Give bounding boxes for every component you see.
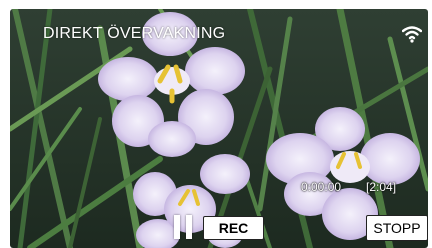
elapsed-time: 0:00:00 bbox=[301, 180, 342, 194]
remaining-time: [2:04] bbox=[366, 180, 397, 194]
title-bar: DIREKT ÖVERVAKNING bbox=[10, 21, 428, 47]
wifi-icon bbox=[402, 26, 422, 43]
page-title: DIREKT ÖVERVAKNING bbox=[43, 25, 226, 42]
live-view-screen: DIREKT ÖVERVAKNING 0:00:00 [2:04] REC ST… bbox=[10, 9, 428, 248]
rec-button[interactable]: REC bbox=[203, 216, 264, 240]
stop-button[interactable]: STOPP bbox=[366, 215, 428, 241]
pause-button[interactable] bbox=[173, 215, 195, 239]
pause-icon bbox=[174, 215, 180, 239]
pause-icon-bar bbox=[186, 215, 192, 239]
